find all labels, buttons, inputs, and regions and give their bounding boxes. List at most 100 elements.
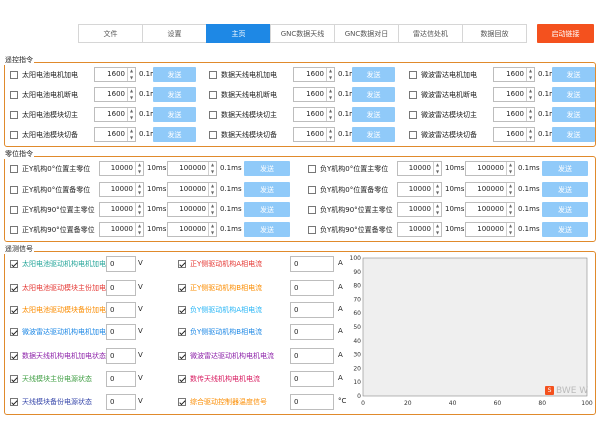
remote-send-button[interactable]: 发送 <box>153 87 196 102</box>
telemetry-checkbox[interactable] <box>10 284 18 292</box>
remote-checkbox[interactable] <box>10 91 18 99</box>
telemetry-checkbox[interactable] <box>178 306 186 314</box>
zero-checkbox[interactable] <box>308 165 316 173</box>
zero-checkbox[interactable] <box>10 165 18 173</box>
zero-time-stepper[interactable]: 10000 ▲ ▼ <box>397 202 442 217</box>
stepper-arrows[interactable]: ▲ ▼ <box>326 88 334 101</box>
telemetry-checkbox[interactable] <box>178 284 186 292</box>
remote-send-button[interactable]: 发送 <box>552 127 595 142</box>
zero-pulse-stepper[interactable]: 100000 ▲ ▼ <box>465 222 515 237</box>
down-arrow-icon[interactable]: ▼ <box>507 210 514 217</box>
down-arrow-icon[interactable]: ▼ <box>327 135 334 142</box>
down-arrow-icon[interactable]: ▼ <box>128 115 135 122</box>
zero-time-stepper[interactable]: 10000 ▲ ▼ <box>397 161 442 176</box>
stepper-arrows[interactable]: ▲ ▼ <box>135 162 143 175</box>
down-arrow-icon[interactable]: ▼ <box>527 95 534 102</box>
telemetry-checkbox[interactable] <box>178 328 186 336</box>
stepper-arrows[interactable]: ▲ ▼ <box>326 108 334 121</box>
down-arrow-icon[interactable]: ▼ <box>434 210 441 217</box>
remote-value-stepper[interactable]: 1600 ▲ ▼ <box>94 127 136 142</box>
stepper-arrows[interactable]: ▲ ▼ <box>208 223 216 236</box>
stepper-arrows[interactable]: ▲ ▼ <box>526 128 534 141</box>
remote-checkbox[interactable] <box>10 111 18 119</box>
remote-send-button[interactable]: 发送 <box>552 67 595 82</box>
remote-value-stepper[interactable]: 1600 ▲ ▼ <box>493 107 535 122</box>
zero-pulse-stepper[interactable]: 100000 ▲ ▼ <box>167 182 217 197</box>
remote-value-stepper[interactable]: 1600 ▲ ▼ <box>493 127 535 142</box>
remote-checkbox[interactable] <box>10 131 18 139</box>
zero-checkbox[interactable] <box>10 226 18 234</box>
stepper-arrows[interactable]: ▲ ▼ <box>135 183 143 196</box>
telemetry-checkbox[interactable] <box>10 260 18 268</box>
stepper-arrows[interactable]: ▲ ▼ <box>127 128 135 141</box>
stepper-arrows[interactable]: ▲ ▼ <box>127 88 135 101</box>
zero-pulse-stepper[interactable]: 100000 ▲ ▼ <box>465 182 515 197</box>
remote-value-stepper[interactable]: 1600 ▲ ▼ <box>293 127 335 142</box>
zero-pulse-stepper[interactable]: 100000 ▲ ▼ <box>465 202 515 217</box>
down-arrow-icon[interactable]: ▼ <box>434 190 441 197</box>
down-arrow-icon[interactable]: ▼ <box>209 230 216 237</box>
zero-time-stepper[interactable]: 10000 ▲ ▼ <box>99 202 144 217</box>
stepper-arrows[interactable]: ▲ ▼ <box>506 203 514 216</box>
telemetry-checkbox[interactable] <box>10 375 18 383</box>
stepper-arrows[interactable]: ▲ ▼ <box>433 183 441 196</box>
start-link-button[interactable]: 启动链接 <box>537 24 594 43</box>
remote-send-button[interactable]: 发送 <box>153 127 196 142</box>
stepper-arrows[interactable]: ▲ ▼ <box>127 68 135 81</box>
zero-time-stepper[interactable]: 10000 ▲ ▼ <box>397 222 442 237</box>
stepper-arrows[interactable]: ▲ ▼ <box>208 183 216 196</box>
remote-checkbox[interactable] <box>409 91 417 99</box>
zero-send-button[interactable]: 发送 <box>244 202 290 217</box>
remote-checkbox[interactable] <box>209 71 217 79</box>
down-arrow-icon[interactable]: ▼ <box>527 135 534 142</box>
zero-time-stepper[interactable]: 10000 ▲ ▼ <box>99 222 144 237</box>
remote-value-stepper[interactable]: 1600 ▲ ▼ <box>293 67 335 82</box>
remote-send-button[interactable]: 发送 <box>153 107 196 122</box>
stepper-arrows[interactable]: ▲ ▼ <box>208 162 216 175</box>
remote-send-button[interactable]: 发送 <box>153 67 196 82</box>
remote-value-stepper[interactable]: 1600 ▲ ▼ <box>94 87 136 102</box>
stepper-arrows[interactable]: ▲ ▼ <box>135 203 143 216</box>
stepper-arrows[interactable]: ▲ ▼ <box>326 128 334 141</box>
down-arrow-icon[interactable]: ▼ <box>507 169 514 176</box>
remote-send-button[interactable]: 发送 <box>352 127 395 142</box>
remote-value-stepper[interactable]: 1600 ▲ ▼ <box>493 67 535 82</box>
telemetry-checkbox[interactable] <box>178 375 186 383</box>
zero-send-button[interactable]: 发送 <box>542 161 588 176</box>
stepper-arrows[interactable]: ▲ ▼ <box>135 223 143 236</box>
zero-send-button[interactable]: 发送 <box>542 182 588 197</box>
zero-send-button[interactable]: 发送 <box>244 222 290 237</box>
remote-send-button[interactable]: 发送 <box>552 107 595 122</box>
zero-pulse-stepper[interactable]: 100000 ▲ ▼ <box>167 202 217 217</box>
zero-checkbox[interactable] <box>10 206 18 214</box>
stepper-arrows[interactable]: ▲ ▼ <box>326 68 334 81</box>
remote-checkbox[interactable] <box>209 131 217 139</box>
tab-2[interactable]: 主页 <box>206 24 271 43</box>
down-arrow-icon[interactable]: ▼ <box>209 210 216 217</box>
down-arrow-icon[interactable]: ▼ <box>136 210 143 217</box>
tab-5[interactable]: 雷达信处机 <box>398 24 463 43</box>
zero-checkbox[interactable] <box>308 186 316 194</box>
down-arrow-icon[interactable]: ▼ <box>327 95 334 102</box>
zero-checkbox[interactable] <box>308 226 316 234</box>
down-arrow-icon[interactable]: ▼ <box>209 169 216 176</box>
tab-1[interactable]: 设置 <box>142 24 207 43</box>
stepper-arrows[interactable]: ▲ ▼ <box>526 108 534 121</box>
down-arrow-icon[interactable]: ▼ <box>128 95 135 102</box>
zero-send-button[interactable]: 发送 <box>244 182 290 197</box>
zero-time-stepper[interactable]: 10000 ▲ ▼ <box>397 182 442 197</box>
remote-checkbox[interactable] <box>209 91 217 99</box>
down-arrow-icon[interactable]: ▼ <box>136 190 143 197</box>
zero-checkbox[interactable] <box>308 206 316 214</box>
tab-4[interactable]: GNC数据对日 <box>334 24 399 43</box>
telemetry-checkbox[interactable] <box>10 306 18 314</box>
down-arrow-icon[interactable]: ▼ <box>136 169 143 176</box>
telemetry-checkbox[interactable] <box>10 328 18 336</box>
remote-checkbox[interactable] <box>10 71 18 79</box>
remote-send-button[interactable]: 发送 <box>352 67 395 82</box>
remote-value-stepper[interactable]: 1600 ▲ ▼ <box>293 87 335 102</box>
tab-0[interactable]: 文件 <box>78 24 143 43</box>
stepper-arrows[interactable]: ▲ ▼ <box>506 183 514 196</box>
zero-pulse-stepper[interactable]: 100000 ▲ ▼ <box>167 161 217 176</box>
stepper-arrows[interactable]: ▲ ▼ <box>526 88 534 101</box>
